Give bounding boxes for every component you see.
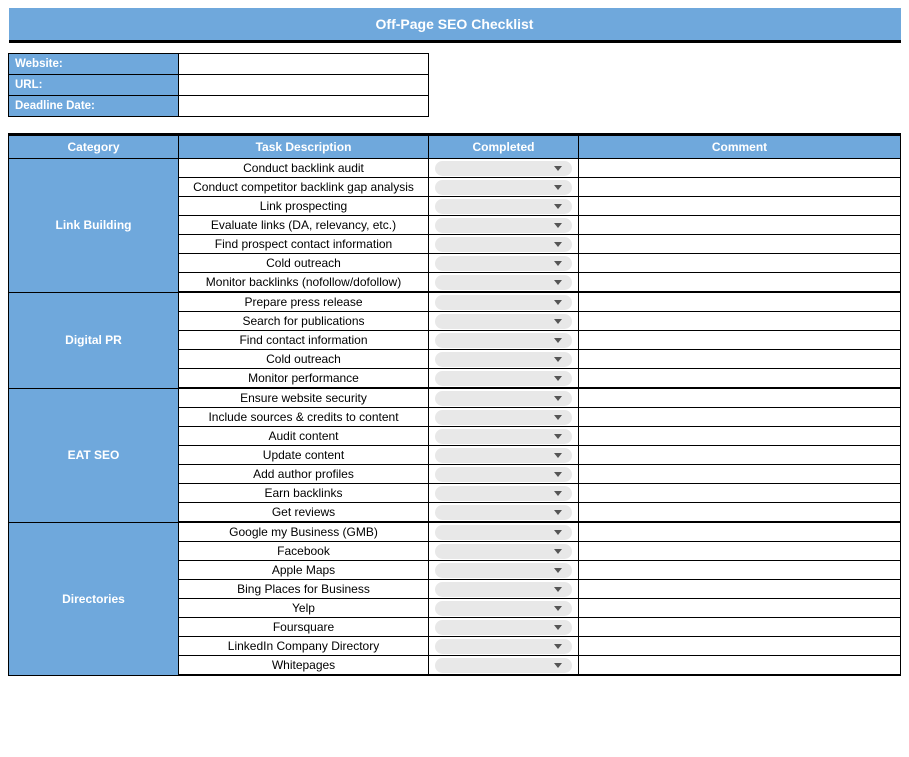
task-description: Get reviews (179, 503, 429, 523)
task-description: Yelp (179, 599, 429, 618)
comment-cell[interactable] (579, 656, 901, 676)
info-label: Deadline Date: (9, 96, 179, 117)
completed-dropdown[interactable] (435, 275, 572, 290)
completed-dropdown[interactable] (435, 295, 572, 310)
completed-dropdown[interactable] (435, 582, 572, 597)
completed-dropdown[interactable] (435, 199, 572, 214)
info-input[interactable] (179, 54, 428, 74)
task-description: Google my Business (GMB) (179, 522, 429, 542)
completed-dropdown[interactable] (435, 658, 572, 673)
checklist-table: Off-Page SEO Checklist Website:URL:Deadli… (8, 8, 901, 676)
comment-cell[interactable] (579, 408, 901, 427)
task-description: Foursquare (179, 618, 429, 637)
comment-cell[interactable] (579, 235, 901, 254)
completed-dropdown[interactable] (435, 333, 572, 348)
completed-dropdown[interactable] (435, 486, 572, 501)
comment-cell[interactable] (579, 580, 901, 599)
info-label: URL: (9, 75, 179, 96)
info-input[interactable] (179, 96, 428, 116)
comment-cell[interactable] (579, 542, 901, 561)
comment-cell[interactable] (579, 446, 901, 465)
column-header-task: Task Description (179, 135, 429, 159)
category-cell: Link Building (9, 159, 179, 293)
comment-cell[interactable] (579, 312, 901, 331)
comment-cell[interactable] (579, 599, 901, 618)
category-cell: Directories (9, 522, 179, 675)
comment-cell[interactable] (579, 254, 901, 273)
comment-cell[interactable] (579, 178, 901, 197)
column-header-completed: Completed (429, 135, 579, 159)
comment-cell[interactable] (579, 522, 901, 542)
completed-dropdown[interactable] (435, 218, 572, 233)
task-description: Add author profiles (179, 465, 429, 484)
comment-cell[interactable] (579, 350, 901, 369)
comment-cell[interactable] (579, 427, 901, 446)
completed-dropdown[interactable] (435, 352, 572, 367)
comment-cell[interactable] (579, 197, 901, 216)
completed-dropdown[interactable] (435, 391, 572, 406)
completed-dropdown[interactable] (435, 601, 572, 616)
completed-dropdown[interactable] (435, 544, 572, 559)
completed-dropdown[interactable] (435, 161, 572, 176)
task-description: Update content (179, 446, 429, 465)
task-description: Whitepages (179, 656, 429, 676)
task-description: Link prospecting (179, 197, 429, 216)
task-description: LinkedIn Company Directory (179, 637, 429, 656)
task-description: Cold outreach (179, 350, 429, 369)
comment-cell[interactable] (579, 216, 901, 235)
completed-dropdown[interactable] (435, 448, 572, 463)
completed-dropdown[interactable] (435, 505, 572, 520)
column-header-comment: Comment (579, 135, 901, 159)
completed-dropdown[interactable] (435, 429, 572, 444)
column-header-category: Category (9, 135, 179, 159)
comment-cell[interactable] (579, 484, 901, 503)
comment-cell[interactable] (579, 292, 901, 312)
task-description: Apple Maps (179, 561, 429, 580)
task-description: Prepare press release (179, 292, 429, 312)
task-description: Conduct backlink audit (179, 159, 429, 178)
task-description: Monitor performance (179, 369, 429, 389)
completed-dropdown[interactable] (435, 237, 572, 252)
comment-cell[interactable] (579, 503, 901, 523)
task-description: Facebook (179, 542, 429, 561)
task-description: Audit content (179, 427, 429, 446)
comment-cell[interactable] (579, 618, 901, 637)
comment-cell[interactable] (579, 637, 901, 656)
completed-dropdown[interactable] (435, 639, 572, 654)
completed-dropdown[interactable] (435, 525, 572, 540)
task-description: Monitor backlinks (nofollow/dofollow) (179, 273, 429, 293)
task-description: Search for publications (179, 312, 429, 331)
info-input[interactable] (179, 75, 428, 95)
completed-dropdown[interactable] (435, 256, 572, 271)
completed-dropdown[interactable] (435, 467, 572, 482)
completed-dropdown[interactable] (435, 563, 572, 578)
completed-dropdown[interactable] (435, 180, 572, 195)
task-description: Earn backlinks (179, 484, 429, 503)
task-description: Find contact information (179, 331, 429, 350)
task-description: Ensure website security (179, 388, 429, 408)
comment-cell[interactable] (579, 331, 901, 350)
task-description: Bing Places for Business (179, 580, 429, 599)
task-description: Cold outreach (179, 254, 429, 273)
comment-cell[interactable] (579, 388, 901, 408)
comment-cell[interactable] (579, 465, 901, 484)
category-cell: EAT SEO (9, 388, 179, 522)
completed-dropdown[interactable] (435, 620, 572, 635)
comment-cell[interactable] (579, 561, 901, 580)
info-label: Website: (9, 54, 179, 75)
task-description: Evaluate links (DA, relevancy, etc.) (179, 216, 429, 235)
comment-cell[interactable] (579, 273, 901, 293)
page-title: Off-Page SEO Checklist (9, 8, 901, 42)
completed-dropdown[interactable] (435, 371, 572, 386)
category-cell: Digital PR (9, 292, 179, 388)
completed-dropdown[interactable] (435, 314, 572, 329)
task-description: Include sources & credits to content (179, 408, 429, 427)
task-description: Conduct competitor backlink gap analysis (179, 178, 429, 197)
completed-dropdown[interactable] (435, 410, 572, 425)
comment-cell[interactable] (579, 369, 901, 389)
task-description: Find prospect contact information (179, 235, 429, 254)
comment-cell[interactable] (579, 159, 901, 178)
